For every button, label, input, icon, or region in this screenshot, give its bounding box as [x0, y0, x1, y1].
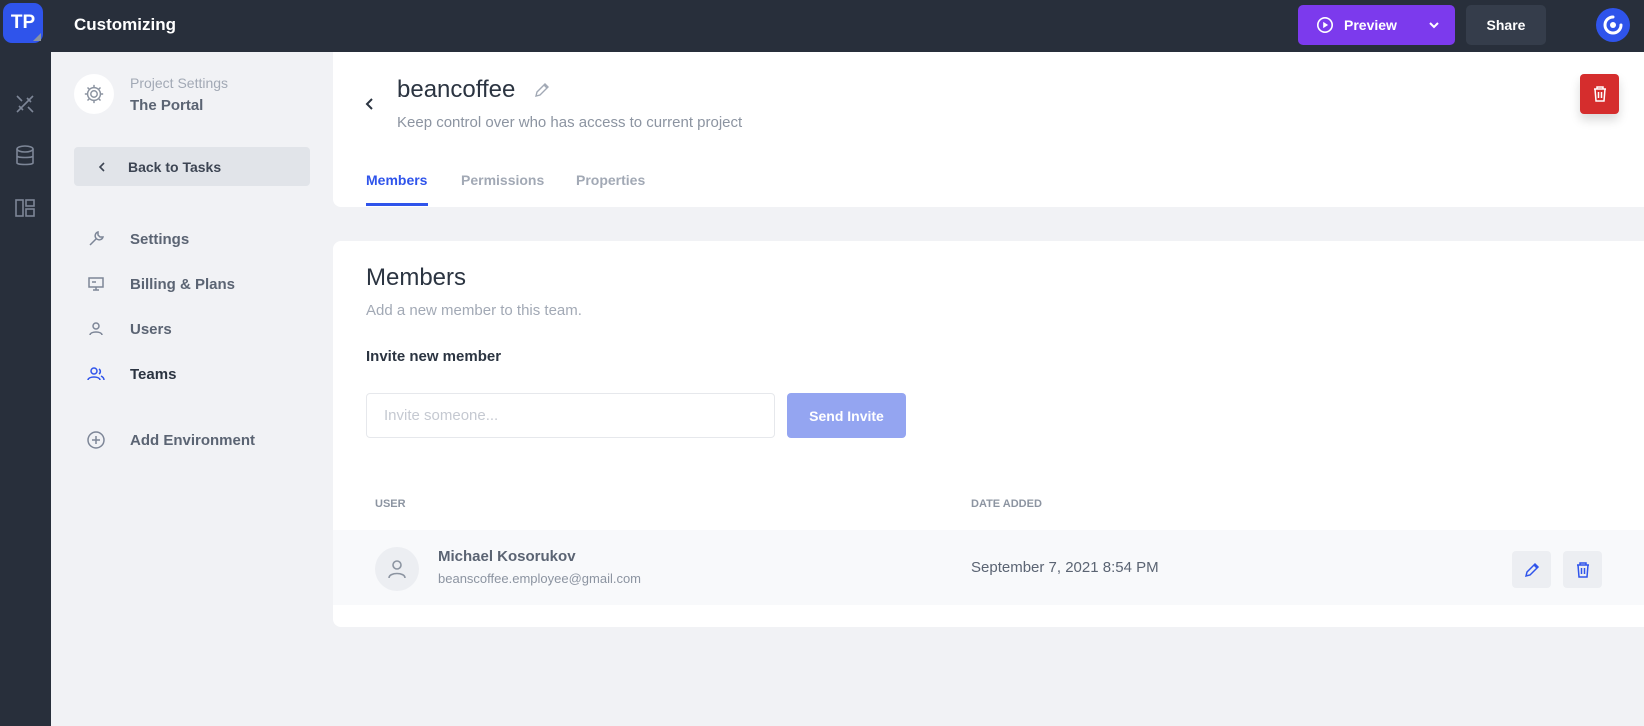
chevron-left-icon — [98, 161, 105, 172]
edit-member-button[interactable] — [1512, 551, 1551, 588]
sidebar-item-label: Teams — [130, 365, 177, 383]
billing-icon — [88, 277, 104, 291]
team-icon — [87, 367, 105, 381]
plus-circle-icon — [87, 431, 105, 449]
project-settings-label: Project Settings — [130, 75, 229, 91]
user-icon — [89, 322, 103, 336]
top-bar: TP Customizing Preview Share — [0, 0, 1644, 52]
user-avatar-icon[interactable] — [1596, 8, 1630, 42]
preview-button[interactable]: Preview — [1298, 5, 1455, 45]
sidebar-item-label: Users — [130, 320, 172, 338]
back-to-tasks-label: Back to Tasks — [128, 158, 222, 175]
tab-properties[interactable]: Properties — [576, 172, 645, 188]
pencil-icon — [1524, 562, 1539, 577]
page-title: beancoffee — [397, 76, 516, 103]
sidebar-item-label: Settings — [130, 230, 190, 248]
swirl-icon — [1603, 15, 1623, 35]
logo-text: TP — [10, 12, 36, 33]
project-name: The Portal — [130, 97, 204, 114]
settings-sidebar: Project Settings The Portal Back to Task… — [51, 52, 331, 726]
tab-members[interactable]: Members — [366, 172, 427, 188]
column-header-user: USER — [375, 498, 406, 510]
member-date-added: September 7, 2021 8:54 PM — [971, 559, 1159, 576]
preview-label: Preview — [1344, 17, 1397, 33]
invite-input[interactable] — [366, 393, 775, 438]
gear-icon — [74, 74, 114, 114]
sidebar-item-teams[interactable]: Teams — [86, 362, 176, 386]
invite-label: Invite new member — [366, 348, 502, 365]
user-icon — [388, 560, 406, 579]
members-card: Members Add a new member to this team. I… — [333, 241, 1644, 627]
sidebar-item-settings[interactable]: Settings — [86, 227, 189, 251]
tab-permissions[interactable]: Permissions — [461, 172, 544, 188]
pencil-icon[interactable] — [533, 81, 551, 99]
member-name: Michael Kosorukov — [438, 548, 576, 565]
sidebar-item-label: Billing & Plans — [130, 275, 236, 293]
delete-member-button[interactable] — [1563, 551, 1602, 588]
avatar — [375, 547, 419, 591]
table-row: Michael Kosorukov beanscoffee.employee@g… — [333, 530, 1644, 605]
sidebar-item-billing[interactable]: Billing & Plans — [86, 272, 235, 296]
send-invite-button[interactable]: Send Invite — [787, 393, 906, 438]
app-title: Customizing — [74, 15, 176, 34]
share-label: Share — [1486, 17, 1526, 33]
wrench-icon — [89, 230, 105, 246]
chevron-down-icon[interactable] — [1427, 18, 1441, 32]
layout-icon[interactable] — [13, 196, 37, 220]
active-tab-indicator — [366, 203, 428, 206]
back-arrow-icon[interactable] — [363, 97, 377, 111]
share-button[interactable]: Share — [1466, 5, 1546, 45]
back-to-tasks-button[interactable]: Back to Tasks — [74, 147, 310, 186]
play-circle-icon — [1316, 16, 1334, 34]
send-invite-label: Send Invite — [809, 407, 884, 424]
members-subtitle: Add a new member to this team. — [366, 302, 582, 319]
members-title: Members — [366, 264, 467, 291]
trash-icon — [1576, 561, 1589, 578]
sidebar-item-users[interactable]: Users — [86, 317, 172, 341]
page-subtitle: Keep control over who has access to curr… — [397, 114, 743, 131]
column-header-date: DATE ADDED — [971, 498, 1042, 510]
delete-project-button[interactable] — [1580, 74, 1619, 114]
member-email: beanscoffee.employee@gmail.com — [438, 571, 642, 586]
add-environment-button[interactable]: Add Environment — [86, 428, 255, 452]
project-header: beancoffee Keep control over who has acc… — [333, 52, 1644, 207]
trash-icon — [1593, 86, 1606, 102]
database-icon[interactable] — [13, 144, 37, 168]
app-logo[interactable]: TP — [3, 3, 43, 43]
design-icon[interactable] — [13, 92, 37, 116]
add-environment-label: Add Environment — [130, 431, 256, 449]
left-rail — [0, 52, 51, 726]
